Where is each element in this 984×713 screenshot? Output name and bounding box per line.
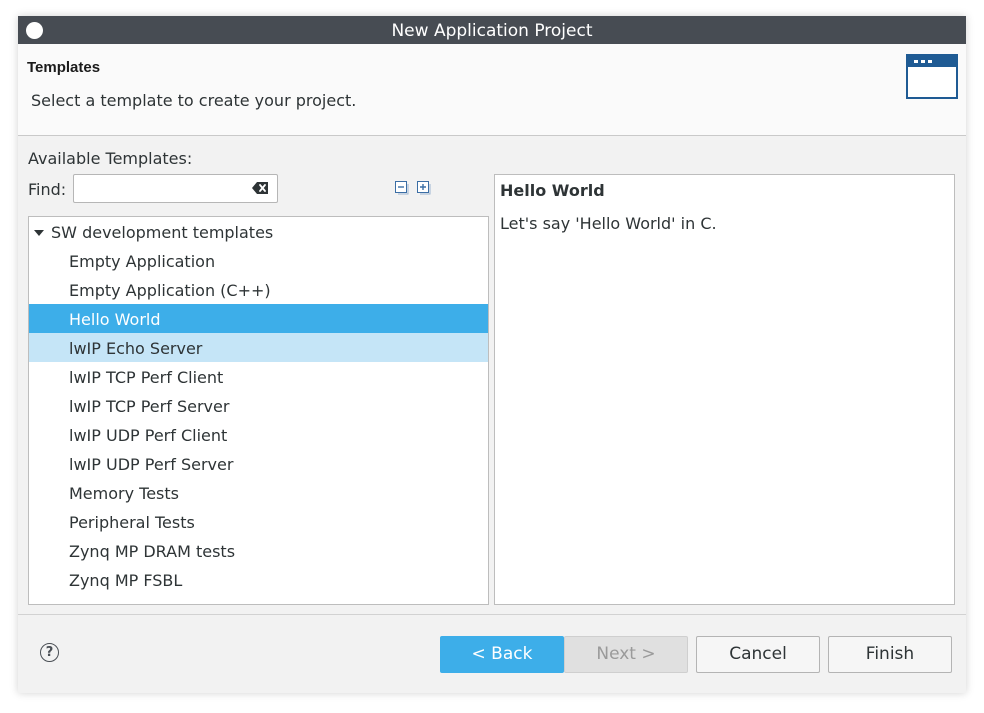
template-description-text: Let's say 'Hello World' in C. [500,214,717,233]
page-title: Templates [27,59,101,76]
tree-item[interactable]: Empty Application (C++) [29,275,488,304]
title-bar[interactable]: New Application Project [18,16,966,44]
tree-item[interactable]: lwIP UDP Perf Client [29,420,488,449]
available-templates-label: Available Templates: [28,149,193,168]
tree-item[interactable]: lwIP TCP Perf Server [29,391,488,420]
tree-item[interactable]: Zynq MP DRAM tests [29,536,488,565]
wizard-header: Templates Select a template to create yo… [18,44,966,136]
find-label: Find: [28,180,67,199]
help-icon[interactable]: ? [40,643,59,662]
expand-arrow-icon[interactable] [34,230,44,236]
footer-divider [18,614,966,615]
tree-item[interactable]: Empty Application [29,246,488,275]
expand-all-icon[interactable] [417,180,431,195]
back-button[interactable]: < Back [440,636,564,673]
tree-item-selected[interactable]: Hello World [29,304,488,333]
template-description-title: Hello World [500,181,605,200]
finish-button[interactable]: Finish [828,636,952,673]
page-description: Select a template to create your project… [31,91,357,110]
template-description-panel: Hello World Let's say 'Hello World' in C… [494,174,955,605]
tree-node-sw-development-templates[interactable]: SW development templates [29,217,488,246]
template-tree[interactable]: SW development templates Empty Applicati… [28,216,489,605]
cancel-button[interactable]: Cancel [696,636,820,673]
clear-input-icon[interactable] [251,179,271,197]
tree-item[interactable]: lwIP TCP Perf Client [29,362,488,391]
find-input[interactable] [73,174,278,203]
collapse-all-icon[interactable] [395,180,409,195]
tree-node-label: SW development templates [51,223,274,242]
tree-item-hovered[interactable]: lwIP Echo Server [29,333,488,362]
tree-item[interactable]: lwIP UDP Perf Server [29,449,488,478]
tree-item[interactable]: Memory Tests [29,478,488,507]
tree-item[interactable]: Peripheral Tests [29,507,488,536]
application-window-icon [906,54,958,99]
next-button[interactable]: Next > [564,636,688,673]
tree-item[interactable]: Zynq MP FSBL [29,565,488,594]
new-application-project-dialog: New Application Project Templates Select… [18,16,966,693]
window-title: New Application Project [391,21,593,41]
